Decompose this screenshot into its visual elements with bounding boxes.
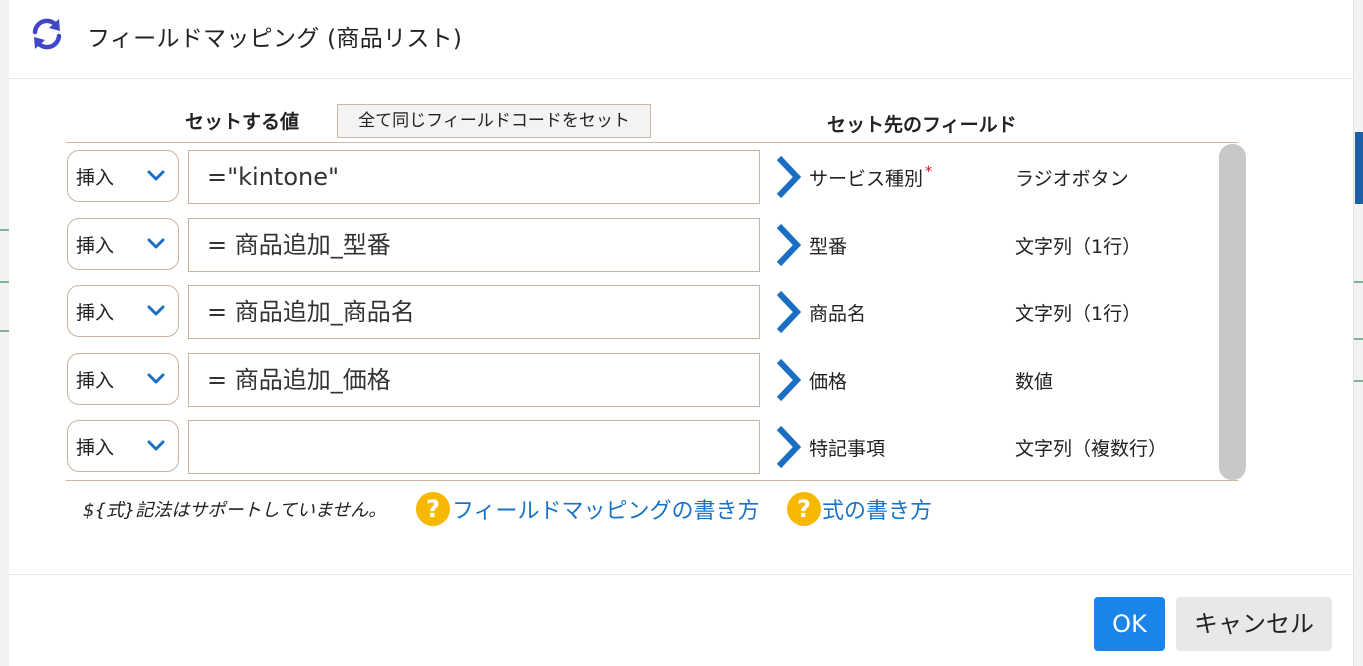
chevron-right-icon: [776, 155, 802, 199]
required-marker: *: [925, 164, 933, 180]
chevron-down-icon: [147, 305, 165, 316]
operation-select[interactable]: 挿入: [67, 353, 179, 405]
mapping-row: 挿入 = 商品追加_価格 価格 数値: [9, 353, 1239, 407]
dialog-title: フィールドマッピング (商品リスト): [87, 26, 463, 52]
set-all-same-field-code-button[interactable]: 全て同じフィールドコードをセット: [337, 104, 651, 138]
value-input[interactable]: [188, 420, 760, 474]
help-icon[interactable]: ?: [416, 492, 450, 526]
dialog-header: フィールドマッピング (商品リスト): [9, 0, 1353, 79]
target-field-type: ラジオボタン: [1015, 168, 1129, 190]
operation-label: 挿入: [76, 370, 115, 392]
operation-select[interactable]: 挿入: [67, 285, 179, 337]
target-field-type: 数値: [1015, 371, 1054, 393]
chevron-right-icon: [776, 358, 802, 402]
target-field-name: 価格: [809, 371, 848, 393]
operation-select[interactable]: 挿入: [67, 218, 179, 270]
operation-label: 挿入: [76, 302, 115, 324]
help-icon[interactable]: ?: [787, 492, 821, 526]
target-field-name: 型番: [809, 236, 848, 258]
mapping-row: 挿入 特記事項 文字列（複数行）: [9, 420, 1239, 474]
chevron-right-icon: [776, 290, 802, 334]
value-column-header: セットする値: [185, 111, 300, 133]
target-field-type: 文字列（複数行）: [1015, 438, 1168, 460]
ok-button[interactable]: OK: [1094, 597, 1165, 651]
target-field-name: サービス種別 *: [809, 164, 933, 190]
target-field-name: 商品名: [809, 303, 867, 325]
mapping-row: 挿入 ="kintone" サービス種別 * ラジオボタン: [9, 150, 1239, 204]
operation-select[interactable]: 挿入: [67, 420, 179, 472]
mapping-row: 挿入 = 商品追加_商品名 商品名 文字列（1行）: [9, 285, 1239, 339]
footer-divider: [9, 574, 1353, 575]
operation-label: 挿入: [76, 235, 115, 257]
target-field-name: 特記事項: [809, 438, 886, 460]
value-input[interactable]: = 商品追加_価格: [188, 353, 760, 407]
chevron-down-icon: [147, 373, 165, 384]
operation-label: 挿入: [76, 437, 115, 459]
chevron-down-icon: [147, 238, 165, 249]
field-mapping-help-link[interactable]: フィールドマッピングの書き方: [452, 493, 760, 525]
scrollbar-thumb[interactable]: [1219, 144, 1246, 480]
operation-label: 挿入: [76, 167, 115, 189]
cancel-button[interactable]: キャンセル: [1176, 597, 1332, 651]
chevron-down-icon: [147, 170, 165, 181]
chevron-right-icon: [776, 223, 802, 267]
chevron-down-icon: [147, 440, 165, 451]
value-input[interactable]: = 商品追加_商品名: [188, 285, 760, 339]
target-field-type: 文字列（1行）: [1015, 303, 1142, 325]
chevron-right-icon: [776, 425, 802, 469]
mapping-row: 挿入 = 商品追加_型番 型番 文字列（1行）: [9, 218, 1239, 272]
field-mapping-dialog: フィールドマッピング (商品リスト) セットする値 全て同じフィールドコードをセ…: [9, 0, 1353, 666]
table-bottom-border: [66, 480, 1238, 481]
target-field-type: 文字列（1行）: [1015, 236, 1142, 258]
value-input[interactable]: = 商品追加_型番: [188, 218, 760, 272]
syntax-note: ${式}記法はサポートしていません。: [83, 500, 387, 521]
table-top-border: [66, 142, 1238, 143]
value-input[interactable]: ="kintone": [188, 150, 760, 204]
formula-help-link[interactable]: 式の書き方: [822, 493, 932, 525]
target-field-column-header: セット先のフィールド: [827, 114, 1017, 136]
refresh-icon[interactable]: [29, 16, 65, 52]
background-right-edge: [1353, 0, 1363, 666]
operation-select[interactable]: 挿入: [67, 150, 179, 202]
